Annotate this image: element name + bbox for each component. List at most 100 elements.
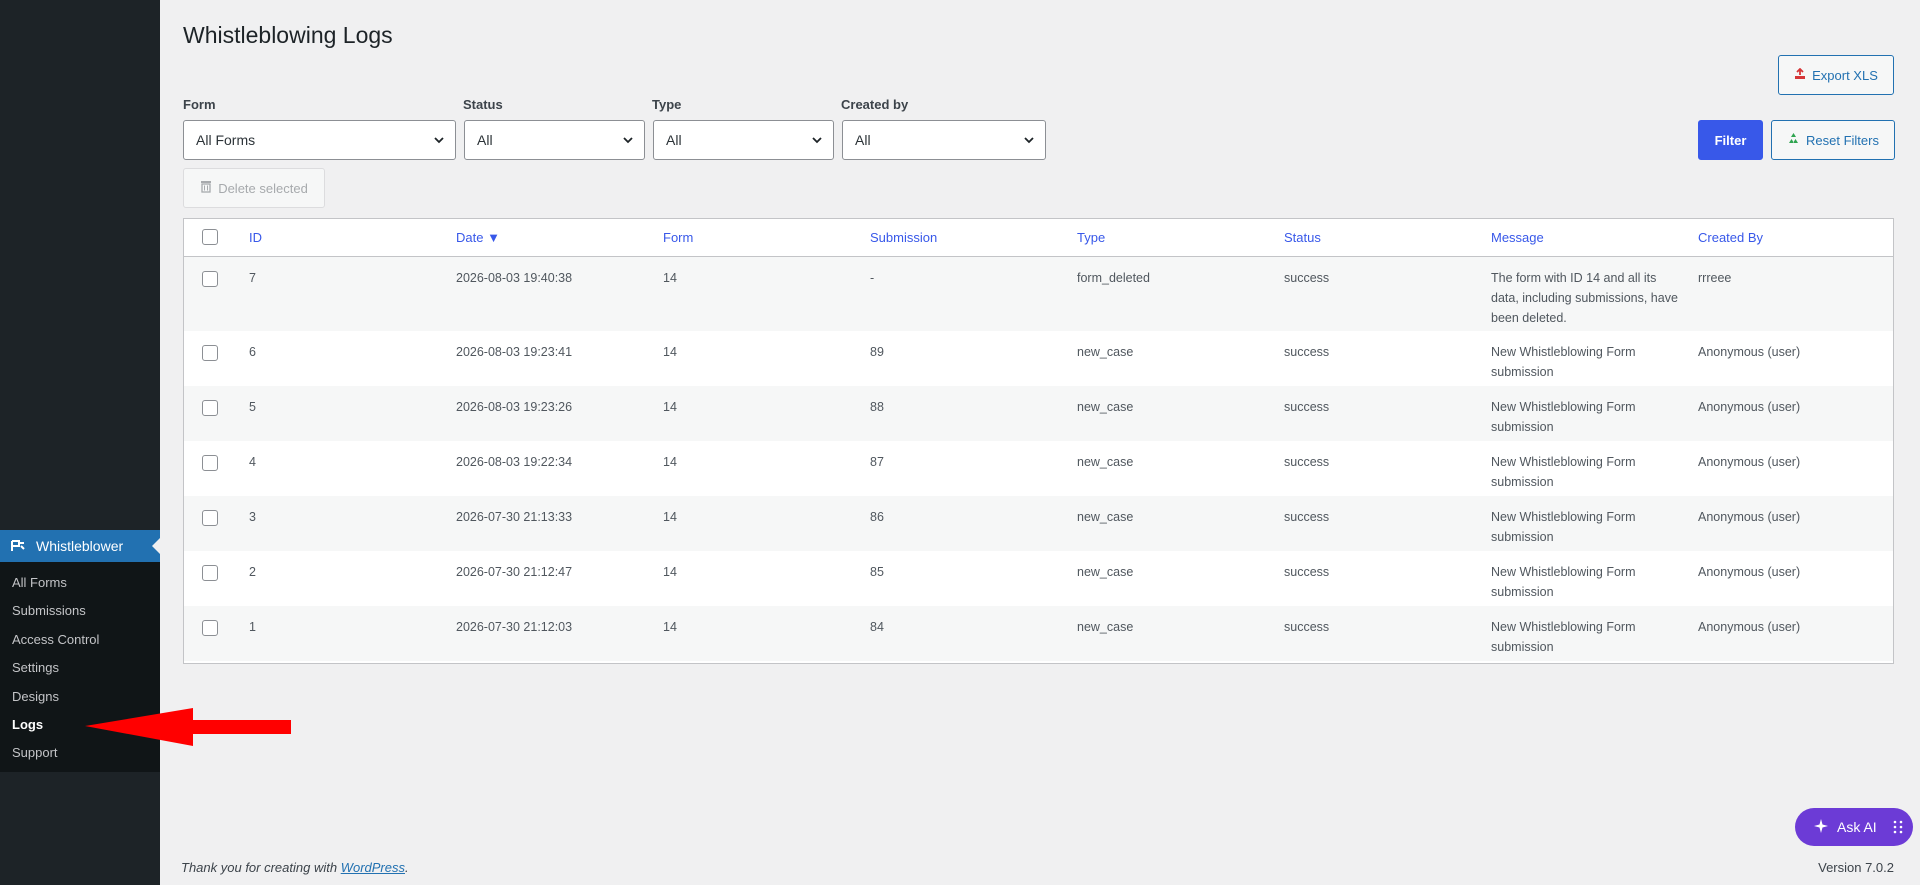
column-header-form[interactable]: Form bbox=[663, 219, 870, 256]
sidebar-item-access-control[interactable]: Access Control bbox=[0, 626, 160, 654]
sidebar-item-settings[interactable]: Settings bbox=[0, 654, 160, 682]
cell-message: New Whistleblowing Form submission bbox=[1491, 455, 1636, 489]
sidebar-item-all-forms[interactable]: All Forms bbox=[0, 569, 160, 597]
filter-button[interactable]: Filter bbox=[1698, 120, 1763, 160]
cell-date: 2026-08-03 19:22:34 bbox=[456, 455, 573, 469]
cell-created-by: Anonymous (user) bbox=[1698, 345, 1801, 359]
cell-submission: 85 bbox=[870, 565, 884, 579]
row-checkbox[interactable] bbox=[202, 565, 218, 581]
form-filter-label: Form bbox=[183, 97, 216, 112]
cell-form: 14 bbox=[663, 565, 677, 579]
export-icon bbox=[1794, 67, 1806, 83]
form-filter-select[interactable]: All Forms bbox=[183, 120, 456, 160]
cell-date: 2026-07-30 21:12:47 bbox=[456, 565, 573, 579]
chevron-down-icon bbox=[812, 137, 822, 144]
footer-thanks: Thank you for creating with WordPress. bbox=[181, 860, 409, 875]
created-by-filter-select[interactable]: All bbox=[842, 120, 1046, 160]
cell-form: 14 bbox=[663, 455, 677, 469]
export-xls-button[interactable]: Export XLS bbox=[1778, 55, 1894, 95]
admin-sidebar: Whistleblower All Forms Submissions Acce… bbox=[0, 0, 160, 885]
cell-status: success bbox=[1284, 345, 1330, 359]
column-header-type[interactable]: Type bbox=[1077, 219, 1284, 256]
row-checkbox[interactable] bbox=[202, 270, 218, 287]
cell-type: new_case bbox=[1077, 565, 1134, 579]
column-header-submission[interactable]: Submission bbox=[870, 219, 1077, 256]
cell-date: 2026-08-03 19:23:41 bbox=[456, 345, 573, 359]
row-checkbox[interactable] bbox=[202, 345, 218, 361]
table-row: 2 2026-07-30 21:12:47 14 85 new_case suc… bbox=[184, 551, 1893, 606]
whistleblower-icon bbox=[10, 538, 26, 554]
sidebar-menu-whistleblower[interactable]: Whistleblower bbox=[0, 530, 160, 562]
wordpress-link[interactable]: WordPress bbox=[341, 860, 405, 875]
cell-form: 14 bbox=[663, 345, 677, 359]
cell-status: success bbox=[1284, 270, 1330, 285]
cell-submission: - bbox=[870, 270, 875, 285]
cell-form: 14 bbox=[663, 400, 677, 414]
drag-handle-icon[interactable] bbox=[1893, 820, 1903, 834]
row-checkbox[interactable] bbox=[202, 400, 218, 416]
cell-type: new_case bbox=[1077, 455, 1134, 469]
select-all-checkbox[interactable] bbox=[202, 228, 218, 245]
cell-type: new_case bbox=[1077, 510, 1134, 524]
cell-message: New Whistleblowing Form submission bbox=[1491, 565, 1636, 599]
cell-submission: 86 bbox=[870, 510, 884, 524]
cell-id: 5 bbox=[249, 400, 256, 414]
row-checkbox[interactable] bbox=[202, 620, 218, 636]
cell-form: 14 bbox=[663, 510, 677, 524]
sidebar-item-submissions[interactable]: Submissions bbox=[0, 597, 160, 625]
cell-status: success bbox=[1284, 400, 1330, 414]
cell-created-by: Anonymous (user) bbox=[1698, 565, 1801, 579]
column-header-date[interactable]: Date ▼ bbox=[456, 219, 663, 256]
cell-created-by: Anonymous (user) bbox=[1698, 510, 1801, 524]
select-all-cell bbox=[184, 219, 249, 256]
row-checkbox[interactable] bbox=[202, 455, 218, 471]
logs-table: ID Date ▼ Form Submission Type Status Me… bbox=[183, 218, 1894, 664]
cell-created-by: Anonymous (user) bbox=[1698, 620, 1801, 634]
reset-filters-button[interactable]: Reset Filters bbox=[1771, 120, 1895, 160]
column-header-id[interactable]: ID bbox=[249, 219, 456, 256]
status-filter-label: Status bbox=[463, 97, 503, 112]
cell-id: 7 bbox=[249, 270, 256, 285]
type-filter-label: Type bbox=[652, 97, 682, 112]
cell-message: The form with ID 14 and all its data, in… bbox=[1491, 270, 1678, 325]
cell-date: 2026-07-30 21:12:03 bbox=[456, 620, 573, 634]
created-by-filter-label: Created by bbox=[841, 97, 909, 112]
ask-ai-button[interactable]: Ask AI bbox=[1795, 808, 1913, 846]
cell-submission: 84 bbox=[870, 620, 884, 634]
sidebar-item-designs[interactable]: Designs bbox=[0, 683, 160, 711]
delete-selected-button[interactable]: Delete selected bbox=[183, 168, 325, 208]
cell-form: 14 bbox=[663, 620, 677, 634]
table-header-row: ID Date ▼ Form Submission Type Status Me… bbox=[184, 219, 1893, 256]
cell-id: 6 bbox=[249, 345, 256, 359]
cell-submission: 87 bbox=[870, 455, 884, 469]
cell-status: success bbox=[1284, 455, 1330, 469]
cell-status: success bbox=[1284, 620, 1330, 634]
cell-id: 2 bbox=[249, 565, 256, 579]
cell-status: success bbox=[1284, 565, 1330, 579]
row-checkbox[interactable] bbox=[202, 510, 218, 526]
cell-message: New Whistleblowing Form submission bbox=[1491, 510, 1636, 544]
chevron-down-icon bbox=[623, 137, 633, 144]
cell-id: 4 bbox=[249, 455, 256, 469]
cell-type: new_case bbox=[1077, 345, 1134, 359]
cell-status: success bbox=[1284, 510, 1330, 524]
cell-type: new_case bbox=[1077, 400, 1134, 414]
footer-version: Version 7.0.2 bbox=[1818, 860, 1894, 875]
column-header-status[interactable]: Status bbox=[1284, 219, 1491, 256]
cell-id: 1 bbox=[249, 620, 256, 634]
recycle-icon bbox=[1787, 132, 1800, 148]
cell-date: 2026-07-30 21:13:33 bbox=[456, 510, 573, 524]
column-header-message[interactable]: Message bbox=[1491, 219, 1698, 256]
main-content: Whistleblowing Logs Export XLS Form All … bbox=[160, 0, 1920, 885]
cell-id: 3 bbox=[249, 510, 256, 524]
cell-created-by: Anonymous (user) bbox=[1698, 455, 1801, 469]
cell-message: New Whistleblowing Form submission bbox=[1491, 620, 1636, 654]
status-filter-select[interactable]: All bbox=[464, 120, 645, 160]
cell-submission: 88 bbox=[870, 400, 884, 414]
chevron-down-icon bbox=[434, 137, 444, 144]
column-header-created-by[interactable]: Created By bbox=[1698, 219, 1893, 256]
type-filter-select[interactable]: All bbox=[653, 120, 834, 160]
table-row: 4 2026-08-03 19:22:34 14 87 new_case suc… bbox=[184, 441, 1893, 496]
chevron-down-icon bbox=[1024, 137, 1034, 144]
cell-date: 2026-08-03 19:23:26 bbox=[456, 400, 573, 414]
